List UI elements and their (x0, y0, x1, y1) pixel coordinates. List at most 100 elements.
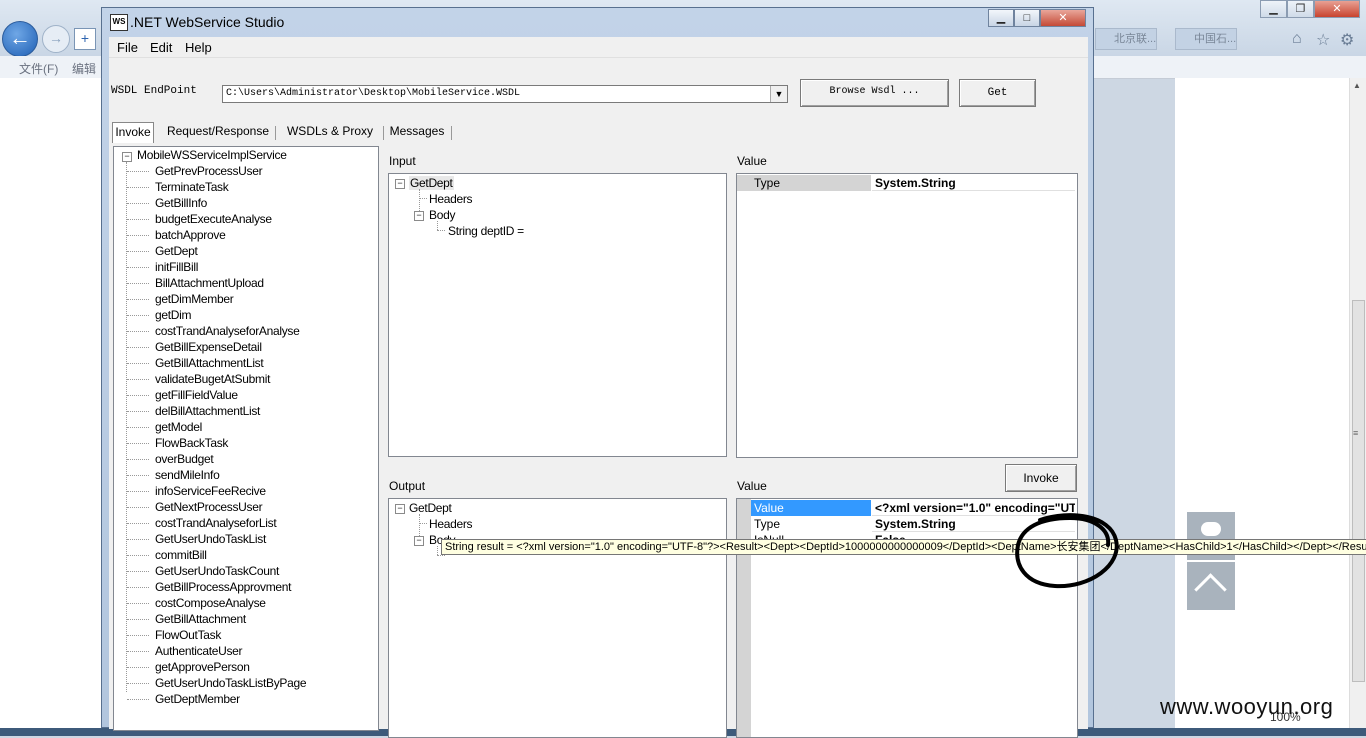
result-tooltip: String result = <?xml version="1.0" enco… (441, 539, 1366, 555)
browse-wsdl-button[interactable]: Browse Wsdl ... (800, 79, 949, 107)
collapse-icon[interactable]: − (395, 504, 405, 514)
tab-invoke[interactable]: Invoke (112, 122, 154, 143)
back-to-top-button[interactable] (1187, 562, 1235, 610)
method-node[interactable]: GetPrevProcessUser (155, 164, 263, 178)
browser-close-button[interactable]: ✕ (1314, 0, 1360, 18)
favorites-icon[interactable]: ☆ (1316, 30, 1330, 50)
method-node[interactable]: GetBillAttachment (155, 612, 246, 626)
maximize-button[interactable]: □ (1014, 9, 1040, 27)
browser-tab-2[interactable]: 中国石... (1175, 28, 1237, 50)
method-node[interactable]: validateBugetAtSubmit (155, 372, 270, 386)
minimize-button[interactable]: ▁ (988, 9, 1014, 27)
method-node[interactable]: FlowBackTask (155, 436, 228, 450)
browser-restore-button[interactable]: ❐ (1287, 0, 1314, 18)
method-node[interactable]: GetUserUndoTaskListByPage (155, 676, 307, 690)
method-node[interactable]: commitBill (155, 548, 207, 562)
input-body-node[interactable]: Body (429, 208, 455, 222)
home-icon[interactable]: ⌂ (1292, 30, 1302, 48)
chevron-up-icon (1194, 573, 1227, 606)
invoke-button[interactable]: Invoke (1005, 464, 1077, 492)
browser-menu-edit[interactable]: 编辑 (72, 60, 96, 77)
menu-file[interactable]: File (117, 40, 138, 55)
input-headers-node[interactable]: Headers (429, 192, 473, 206)
method-node[interactable]: costTrandAnalyseforAnalyse (155, 324, 300, 338)
method-node[interactable]: delBillAttachmentList (155, 404, 260, 418)
browser-menu-file[interactable]: 文件(F) (19, 60, 58, 77)
property-value[interactable]: System.String (872, 175, 1075, 191)
method-node[interactable]: overBudget (155, 452, 214, 466)
scribble-annotation (1015, 513, 1119, 589)
method-node[interactable]: FlowOutTask (155, 628, 221, 642)
menu-edit[interactable]: Edit (150, 40, 172, 55)
tree-guide-line (127, 299, 149, 300)
watermark: www.wooyun.org (1160, 694, 1334, 719)
method-node[interactable]: GetBillExpenseDetail (155, 340, 262, 354)
property-row[interactable]: Type System.String (737, 175, 1075, 191)
method-node[interactable]: batchApprove (155, 228, 226, 242)
collapse-icon[interactable]: − (414, 211, 424, 221)
app-icon: WS (110, 14, 128, 31)
service-tree[interactable]: − MobileWSServiceImplService GetPrevProc… (113, 146, 379, 731)
method-node[interactable]: GetBillAttachmentList (155, 356, 264, 370)
browser-forward-button[interactable]: → (42, 25, 70, 53)
get-button[interactable]: Get (959, 79, 1036, 107)
menu-bar: File Edit Help (109, 37, 1088, 58)
method-node[interactable]: initFillBill (155, 260, 198, 274)
method-node[interactable]: GetBillProcessApprovment (155, 580, 292, 594)
output-root-node[interactable]: GetDept (409, 501, 452, 515)
row-gutter (737, 175, 751, 191)
tab-messages[interactable]: Messages (386, 122, 448, 143)
method-node[interactable]: costTrandAnalyseforList (155, 516, 277, 530)
method-node[interactable]: getDim (155, 308, 192, 322)
method-node[interactable]: infoServiceFeeRecive (155, 484, 266, 498)
method-node[interactable]: getFillFieldValue (155, 388, 238, 402)
method-node[interactable]: GetDeptMember (155, 692, 240, 706)
title-bar[interactable]: WS .NET WebService Studio ▁ □ ✕ (102, 8, 1093, 36)
tree-guide-line (127, 635, 149, 636)
input-tree[interactable]: − GetDept Headers − Body String deptID = (388, 173, 727, 457)
browser-tab-1[interactable]: 北京联... (1095, 28, 1157, 50)
browser-tab-strip: 北京联... 中国石... (1095, 28, 1255, 50)
method-node[interactable]: GetNextProcessUser (155, 500, 263, 514)
collapse-icon[interactable]: − (395, 179, 405, 189)
method-node[interactable]: GetUserUndoTaskList (155, 532, 266, 546)
method-node[interactable]: getApprovePerson (155, 660, 250, 674)
method-node[interactable]: GetUserUndoTaskCount (155, 564, 279, 578)
collapse-icon[interactable]: − (122, 152, 132, 162)
collapse-icon[interactable]: − (414, 536, 424, 546)
method-node[interactable]: GetBillInfo (155, 196, 207, 210)
scroll-up-arrow-icon[interactable]: ▲ (1353, 81, 1361, 90)
tree-guide-line (419, 523, 427, 524)
input-param-node[interactable]: String deptID = (448, 224, 524, 238)
endpoint-combobox[interactable]: C:\Users\Administrator\Desktop\MobileSer… (222, 85, 788, 103)
scrollbar-thumb[interactable] (1352, 300, 1365, 682)
method-node[interactable]: budgetExecuteAnalyse (155, 212, 272, 226)
tree-guide-line (127, 331, 149, 332)
page-scrollbar[interactable]: ▲ ≡ (1349, 78, 1366, 728)
output-headers-node[interactable]: Headers (429, 517, 473, 531)
output-tree[interactable]: − GetDept Headers − Body (388, 498, 727, 738)
close-button[interactable]: ✕ (1040, 9, 1086, 27)
browser-back-button[interactable]: ← (2, 21, 38, 57)
browser-new-tab-button[interactable]: + (74, 28, 96, 50)
endpoint-value[interactable]: C:\Users\Administrator\Desktop\MobileSer… (226, 88, 520, 99)
method-node[interactable]: sendMileInfo (155, 468, 220, 482)
method-node[interactable]: getModel (155, 420, 202, 434)
method-node[interactable]: BillAttachmentUpload (155, 276, 264, 290)
tree-guide-line (127, 379, 149, 380)
tab-request-response[interactable]: Request/Response (164, 122, 272, 143)
method-node[interactable]: AuthenticateUser (155, 644, 243, 658)
service-root-node[interactable]: MobileWSServiceImplService (137, 148, 287, 162)
browser-minimize-button[interactable]: ▁ (1260, 0, 1287, 18)
method-node[interactable]: TerminateTask (155, 180, 229, 194)
method-node[interactable]: costComposeAnalyse (155, 596, 266, 610)
method-node[interactable]: getDimMember (155, 292, 234, 306)
input-root-node[interactable]: GetDept (409, 176, 454, 190)
dropdown-arrow-icon[interactable]: ▼ (770, 86, 787, 102)
method-node[interactable]: GetDept (155, 244, 198, 258)
tab-wsdls-proxy[interactable]: WSDLs & Proxy (280, 122, 380, 143)
settings-icon[interactable]: ⚙ (1340, 30, 1354, 50)
input-property-grid[interactable]: Type System.String (736, 173, 1078, 458)
menu-help[interactable]: Help (185, 40, 212, 55)
property-key: Value (751, 500, 871, 516)
